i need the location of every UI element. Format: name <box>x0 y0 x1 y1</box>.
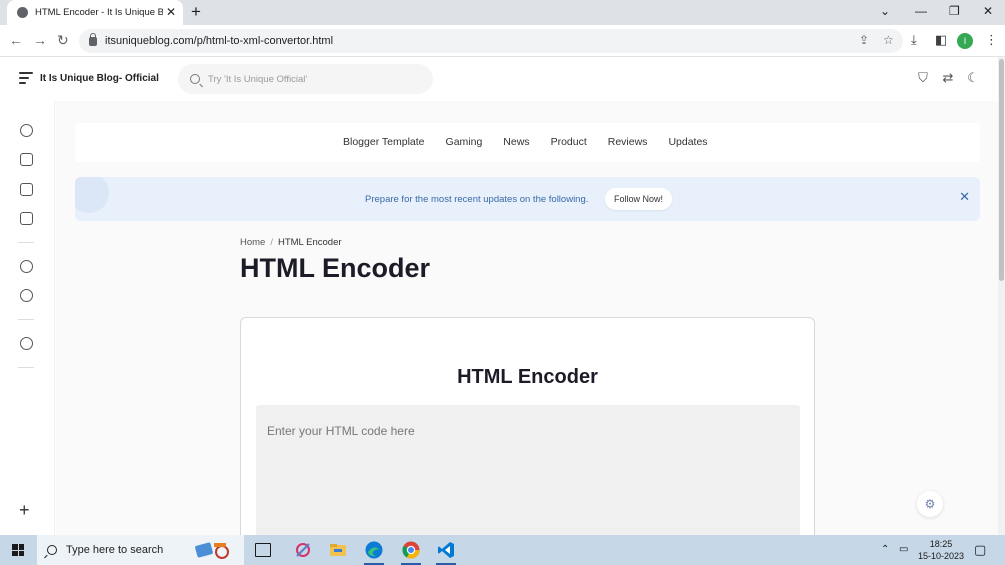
bookmark-icon[interactable]: ⛉ <box>914 69 932 87</box>
folder-icon[interactable] <box>20 183 33 196</box>
edge-browser-icon[interactable] <box>364 540 384 565</box>
left-sidebar: + <box>0 101 55 535</box>
nav-link-updates[interactable]: Updates <box>668 136 707 148</box>
page-title: HTML Encoder <box>240 253 431 283</box>
side-panel-icon[interactable]: ◧ <box>935 33 947 47</box>
taskbar-search-placeholder: Type here to search <box>66 544 164 556</box>
tab-search-chevron-down-icon[interactable]: ⌄ <box>880 4 890 18</box>
close-banner-icon[interactable]: ✕ <box>959 190 970 204</box>
browser-toolbar: ← → ↻ itsuniqueblog.com/p/html-to-xml-co… <box>0 25 1005 57</box>
home-icon[interactable] <box>20 124 33 137</box>
tab-title: HTML Encoder - It Is Unique Blog <box>35 7 163 18</box>
site-search-input[interactable]: Try 'It Is Unique Official' <box>178 64 433 94</box>
taskbar-clock[interactable]: 18:25 15-10-2023 <box>916 538 966 562</box>
minimize-window-icon[interactable]: — <box>915 4 927 18</box>
browser-tab-active[interactable]: HTML Encoder - It Is Unique Blog ✕ <box>7 0 183 25</box>
download-icon[interactable]: ⤓ <box>911 33 917 47</box>
reload-icon[interactable]: ↻ <box>57 32 69 48</box>
main-content: Blogger Template Gaming News Product Rev… <box>56 101 998 535</box>
chrome-browser-icon[interactable] <box>401 540 421 565</box>
breadcrumb-separator: / <box>270 237 273 248</box>
close-tab-icon[interactable]: ✕ <box>166 6 176 18</box>
file-explorer-icon[interactable] <box>328 540 348 560</box>
user-icon[interactable] <box>20 260 33 273</box>
back-arrow-icon[interactable]: ← <box>9 32 23 48</box>
windows-taskbar: Type here to search ⌃ ▭ 18:25 15-10-2023… <box>0 535 1005 565</box>
banner-message: Prepare for the most recent updates on t… <box>365 194 589 205</box>
sidebar-divider <box>18 319 34 320</box>
settings-gear-icon[interactable]: ⚙ <box>917 491 943 517</box>
nav-link-news[interactable]: News <box>503 136 529 148</box>
add-icon[interactable]: + <box>19 501 30 519</box>
shield-icon[interactable] <box>20 337 33 350</box>
breadcrumb: Home / HTML Encoder <box>240 237 342 248</box>
bookmark-star-icon[interactable]: ☆ <box>883 33 894 47</box>
search-highlight-illustration-icon <box>195 542 229 559</box>
lock-icon <box>89 32 97 46</box>
encoder-card: HTML Encoder <box>240 317 815 535</box>
html-code-input[interactable] <box>256 405 800 535</box>
clock-time: 18:25 <box>929 539 953 549</box>
page-scrollbar[interactable] <box>998 57 1005 535</box>
taskbar-search-box[interactable]: Type here to search <box>37 535 244 565</box>
task-view-icon[interactable] <box>255 543 271 557</box>
nav-link-reviews[interactable]: Reviews <box>608 136 648 148</box>
network-icon[interactable]: ▭ <box>899 544 908 555</box>
gallery-icon[interactable] <box>20 153 33 166</box>
close-window-icon[interactable]: ✕ <box>983 4 993 18</box>
nav-link-gaming[interactable]: Gaming <box>446 136 483 148</box>
forward-arrow-icon[interactable]: → <box>33 32 47 48</box>
profile-avatar[interactable]: I <box>957 33 973 49</box>
encoder-title: HTML Encoder <box>457 366 598 388</box>
vscode-icon[interactable] <box>436 540 456 565</box>
search-placeholder: Try 'It Is Unique Official' <box>208 73 308 85</box>
menu-icon[interactable] <box>19 72 33 84</box>
sidebar-divider <box>18 242 34 243</box>
mail-icon[interactable] <box>20 289 33 302</box>
clock-date: 15-10-2023 <box>917 551 965 561</box>
site-title[interactable]: It Is Unique Blog- Official <box>40 73 159 84</box>
address-bar[interactable]: itsuniqueblog.com/p/html-to-xml-converto… <box>79 29 903 53</box>
folder-alt-icon[interactable] <box>20 212 33 225</box>
dark-mode-moon-icon[interactable]: ☾ <box>964 69 982 87</box>
share-icon[interactable]: ⇪ <box>859 33 869 47</box>
snipping-tool-icon[interactable] <box>293 540 313 560</box>
browser-tab-strip: HTML Encoder - It Is Unique Blog ✕ + ⌄ —… <box>0 0 1005 25</box>
banner-decoration <box>75 177 109 213</box>
site-favicon-icon <box>17 7 28 18</box>
nav-link-product[interactable]: Product <box>551 136 587 148</box>
sidebar-divider <box>18 367 34 368</box>
new-tab-button[interactable]: + <box>191 3 201 21</box>
follow-now-button[interactable]: Follow Now! <box>605 188 673 210</box>
search-icon <box>190 74 200 84</box>
chrome-menu-icon[interactable]: ⋮ <box>985 33 998 47</box>
scrollbar-thumb[interactable] <box>999 59 1004 281</box>
show-hidden-icons-chevron-up-icon[interactable]: ⌃ <box>881 544 889 555</box>
search-icon <box>47 545 57 555</box>
restore-window-icon[interactable]: ❐ <box>949 4 960 18</box>
nav-link-blogger-template[interactable]: Blogger Template <box>343 136 425 148</box>
windows-start-icon[interactable] <box>12 544 24 556</box>
breadcrumb-current: HTML Encoder <box>277 237 342 248</box>
notification-center-icon[interactable]: ▢ <box>974 542 986 558</box>
breadcrumb-home-link[interactable]: Home <box>240 237 265 248</box>
url-text: itsuniqueblog.com/p/html-to-xml-converto… <box>105 35 334 47</box>
site-header: It Is Unique Blog- Official Try 'It Is U… <box>0 57 998 101</box>
translate-icon[interactable]: ⇄ <box>939 69 957 87</box>
notification-banner: Prepare for the most recent updates on t… <box>75 177 980 221</box>
nav-links: Blogger Template Gaming News Product Rev… <box>343 136 729 148</box>
category-navbar: Blogger Template Gaming News Product Rev… <box>75 123 980 162</box>
